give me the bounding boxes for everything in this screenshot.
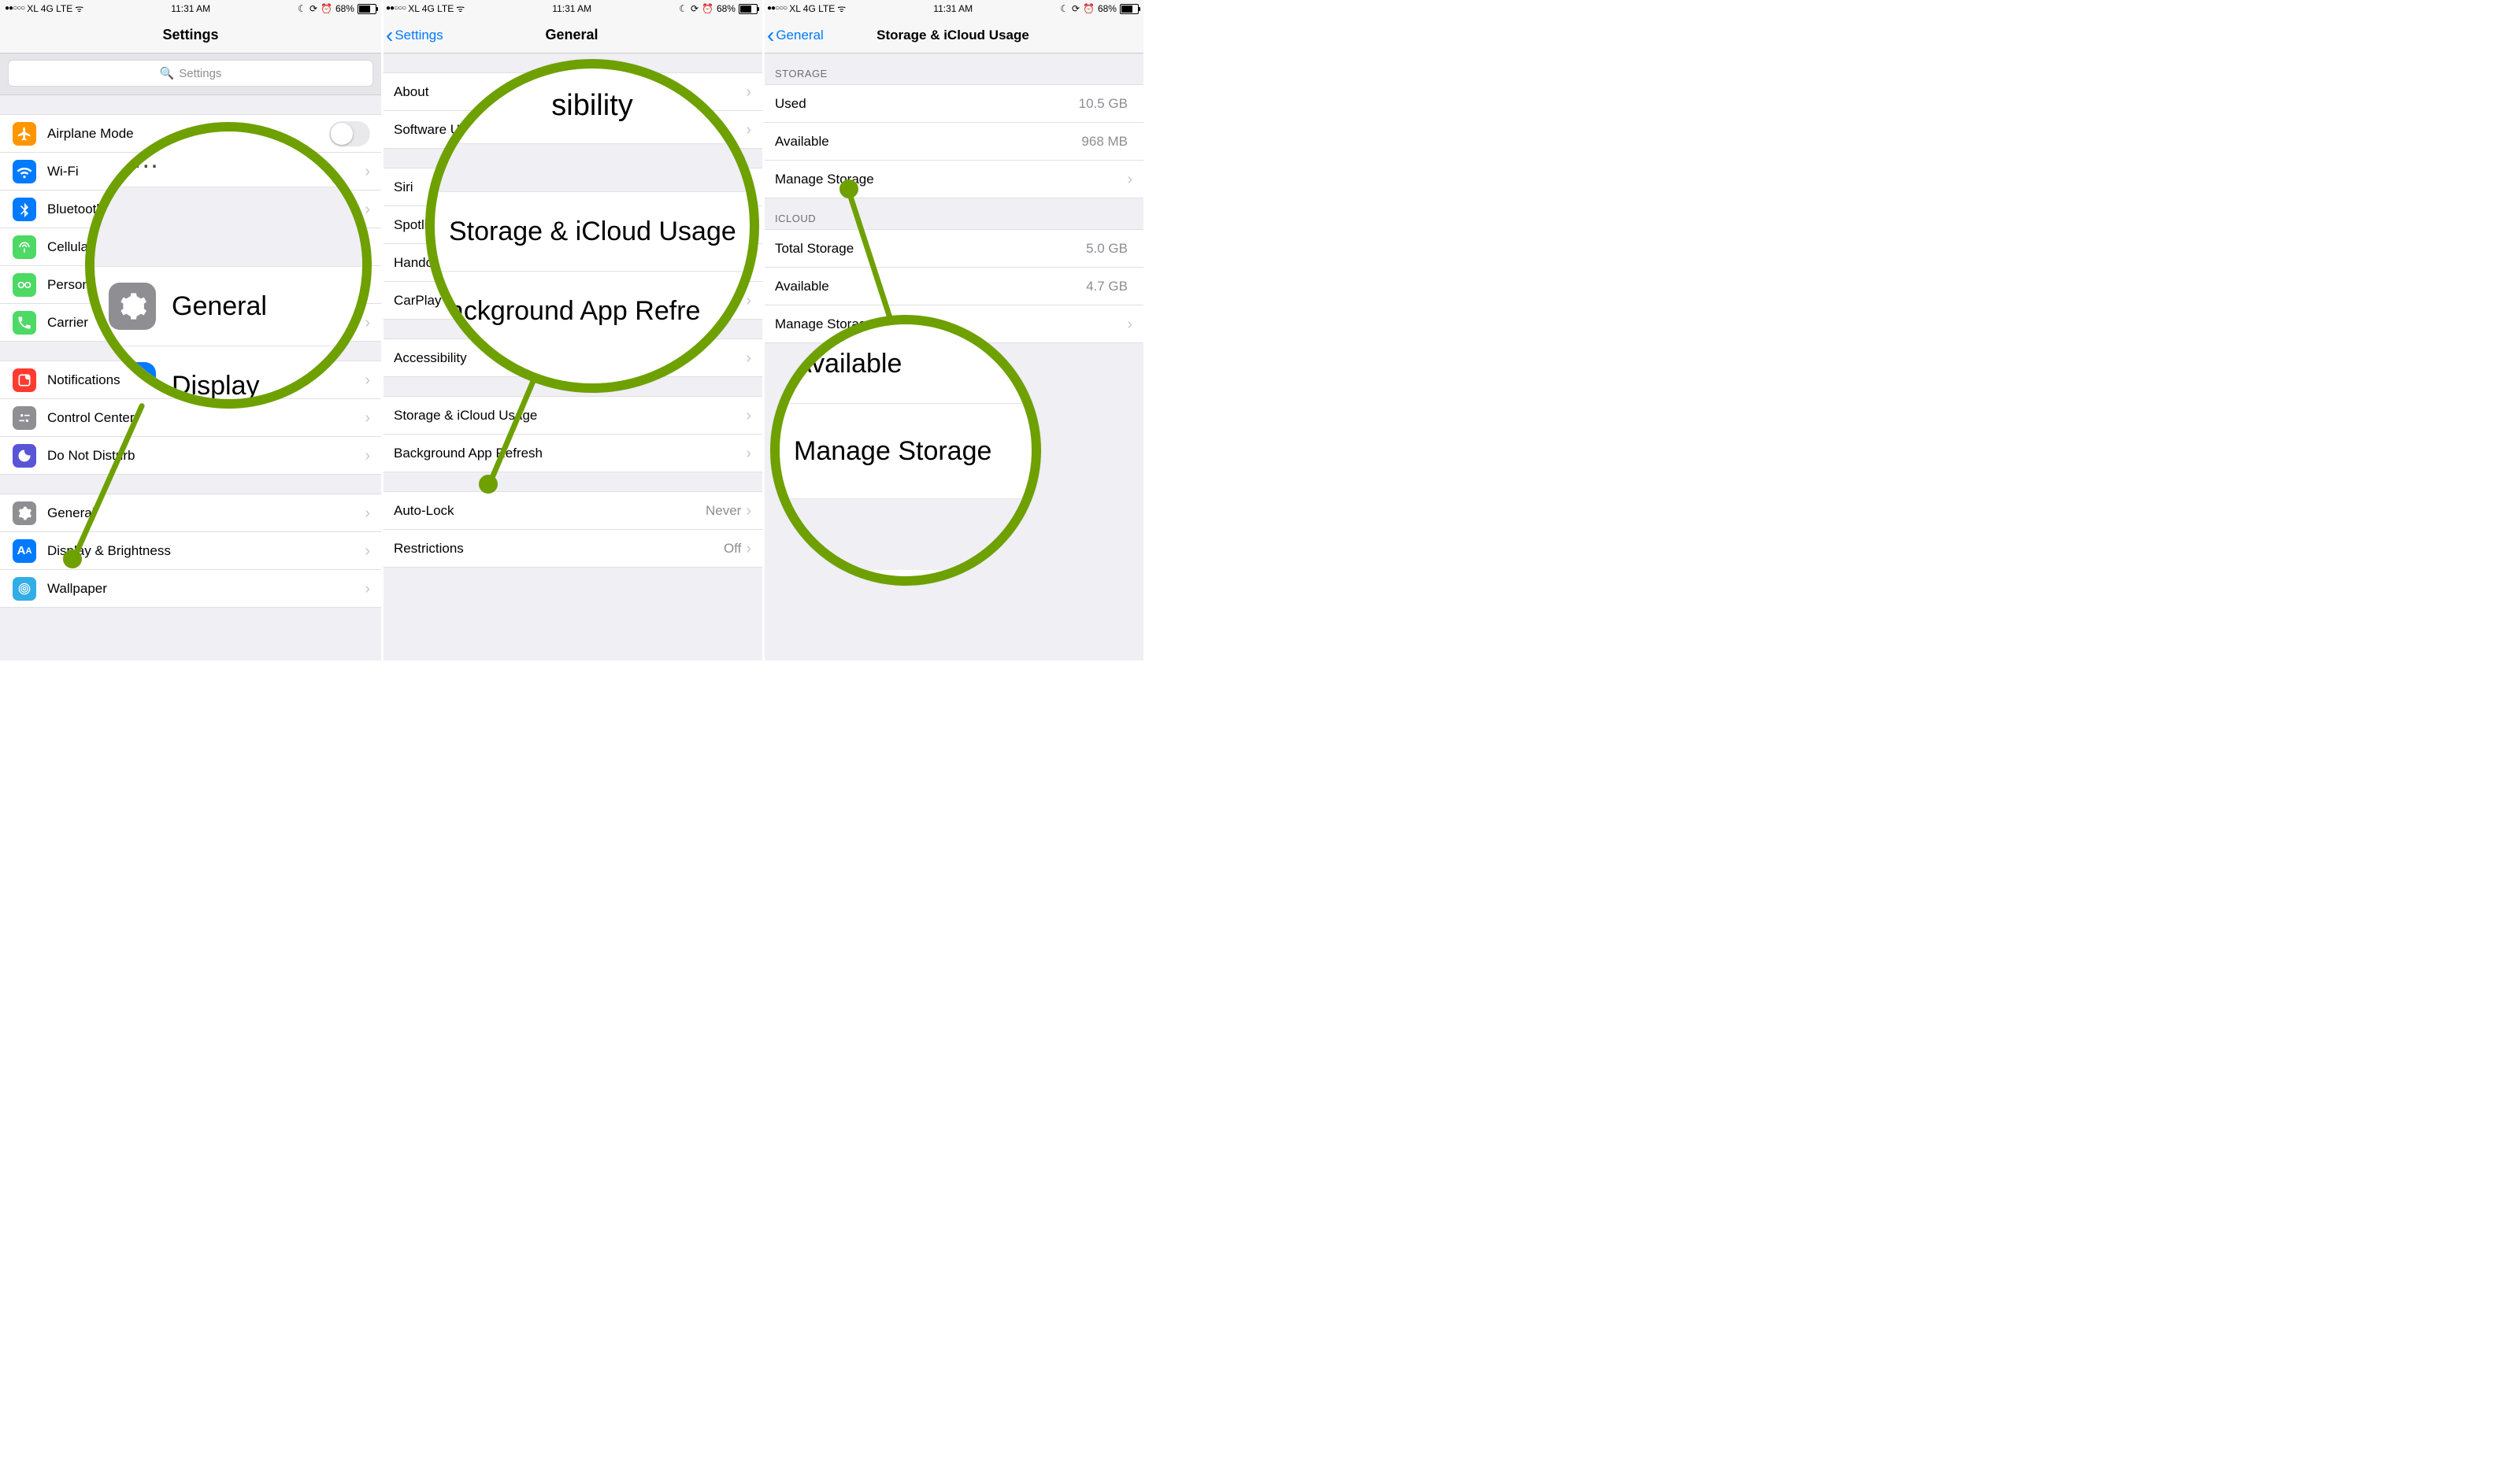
control-center-icon bbox=[13, 406, 36, 430]
callout-magnifier-storage: sibility Storage & iCloud Usage ackgroun… bbox=[425, 59, 759, 393]
row-manage-storage[interactable]: Manage Storage› bbox=[762, 161, 1143, 198]
row-general[interactable]: General › bbox=[0, 494, 381, 532]
gear-icon bbox=[13, 501, 36, 525]
callout-target-dot bbox=[839, 179, 858, 198]
row-icloud-available: Available4.7 GB bbox=[762, 268, 1143, 305]
row-label: Wallpaper bbox=[47, 581, 365, 597]
gear-icon bbox=[109, 283, 156, 330]
row-display[interactable]: AA Display & Brightness › bbox=[0, 532, 381, 570]
status-bar: ●●○○○XL 4G LTE ᯤ 11:31 AM ☾⟳⏰68% bbox=[762, 0, 1143, 17]
callout-magnifier-manage: Available Manage Storage bbox=[770, 315, 1041, 586]
display-icon: AA bbox=[13, 539, 36, 563]
navbar-settings: Settings bbox=[0, 17, 381, 54]
rotation-lock-icon: ⟳ bbox=[309, 0, 317, 17]
row-restrictions[interactable]: RestrictionsOff› bbox=[381, 530, 762, 568]
notifications-icon bbox=[13, 368, 36, 392]
wallpaper-icon bbox=[13, 577, 36, 601]
search-input[interactable]: 🔍 Settings bbox=[8, 60, 373, 87]
page-title: General bbox=[545, 27, 598, 43]
row-dnd[interactable]: Do Not Disturb › bbox=[0, 437, 381, 475]
row-storage-icloud[interactable]: Storage & iCloud Usage› bbox=[381, 396, 762, 435]
row-storage-used: Used10.5 GB bbox=[762, 84, 1143, 123]
moon-icon: ☾ bbox=[298, 0, 306, 17]
row-autolock[interactable]: Auto-LockNever› bbox=[381, 491, 762, 530]
row-wallpaper[interactable]: Wallpaper › bbox=[0, 570, 381, 608]
row-icloud-total: Total Storage5.0 GB bbox=[762, 229, 1143, 268]
back-button[interactable]: ‹General bbox=[767, 28, 824, 43]
moon-icon bbox=[13, 444, 36, 468]
alarm-icon: ⏰ bbox=[321, 0, 332, 17]
callout-target-dot bbox=[479, 475, 498, 494]
wifi-icon bbox=[13, 160, 36, 183]
page-title: Storage & iCloud Usage bbox=[876, 28, 1029, 43]
search-container: 🔍 Settings bbox=[0, 54, 381, 95]
row-label: Control Center bbox=[47, 410, 365, 426]
hotspot-icon bbox=[13, 273, 36, 297]
cellular-icon bbox=[13, 235, 36, 259]
wifi-icon: ᯤ bbox=[75, 0, 83, 17]
status-time: 11:31 AM bbox=[171, 0, 210, 17]
back-button[interactable]: ‹Settings bbox=[386, 28, 443, 43]
navbar-general: ‹Settings General bbox=[381, 17, 762, 54]
row-bg-refresh[interactable]: Background App Refresh› bbox=[381, 435, 762, 472]
bluetooth-icon bbox=[13, 198, 36, 221]
search-icon: 🔍 bbox=[160, 66, 175, 80]
phone-icon bbox=[13, 311, 36, 335]
row-storage-available: Available968 MB bbox=[762, 123, 1143, 161]
status-bar: ●●○○○XL 4G LTE ᯤ 11:31 AM ☾⟳⏰68% bbox=[0, 0, 381, 17]
row-label: Display & Brightness bbox=[47, 543, 365, 559]
section-header-storage: STORAGE bbox=[762, 54, 1143, 84]
airplane-icon bbox=[13, 122, 36, 146]
status-bar: ●●○○○XL 4G LTE ᯤ 11:31 AM ☾⟳⏰68% bbox=[381, 0, 762, 17]
callout-magnifier-general: Bl… General A Display LTE bbox=[85, 122, 372, 409]
row-control-center[interactable]: Control Center › bbox=[0, 399, 381, 437]
battery-icon bbox=[358, 4, 376, 14]
page-title: Settings bbox=[162, 27, 218, 43]
callout-target-dot bbox=[63, 549, 82, 568]
airplane-switch[interactable] bbox=[329, 121, 370, 146]
section-header-icloud: ICLOUD bbox=[762, 198, 1143, 229]
row-label: Do Not Disturb bbox=[47, 448, 365, 464]
navbar-storage: ‹General Storage & iCloud Usage bbox=[762, 17, 1143, 54]
